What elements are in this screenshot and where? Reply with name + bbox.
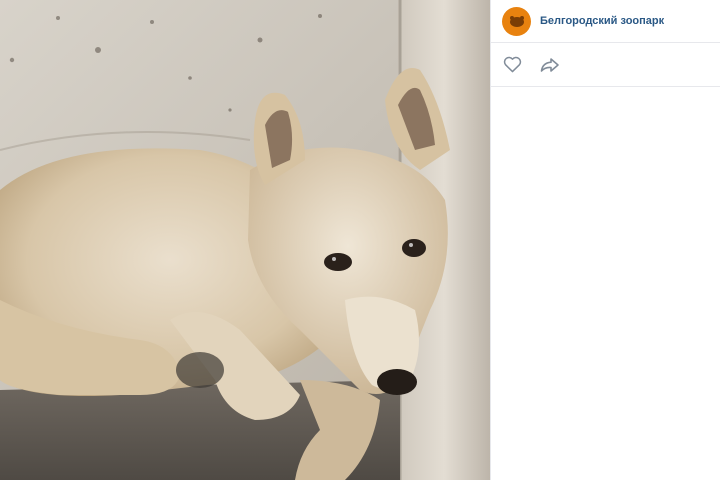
post-side-panel: Белгородский зоопарк [490,0,720,480]
post-actions-bar [491,43,720,87]
author-name-link[interactable]: Белгородский зоопарк [540,15,664,27]
like-button[interactable] [501,54,523,76]
share-button[interactable] [539,54,561,76]
post-photo[interactable] [0,0,490,480]
post-header: Белгородский зоопарк [491,0,720,43]
zoo-logo-icon[interactable] [502,6,531,36]
share-arrow-icon [540,57,559,72]
heart-icon [503,56,521,73]
wolf-cub-image [0,0,490,480]
zoo-logo-mark [509,16,524,27]
